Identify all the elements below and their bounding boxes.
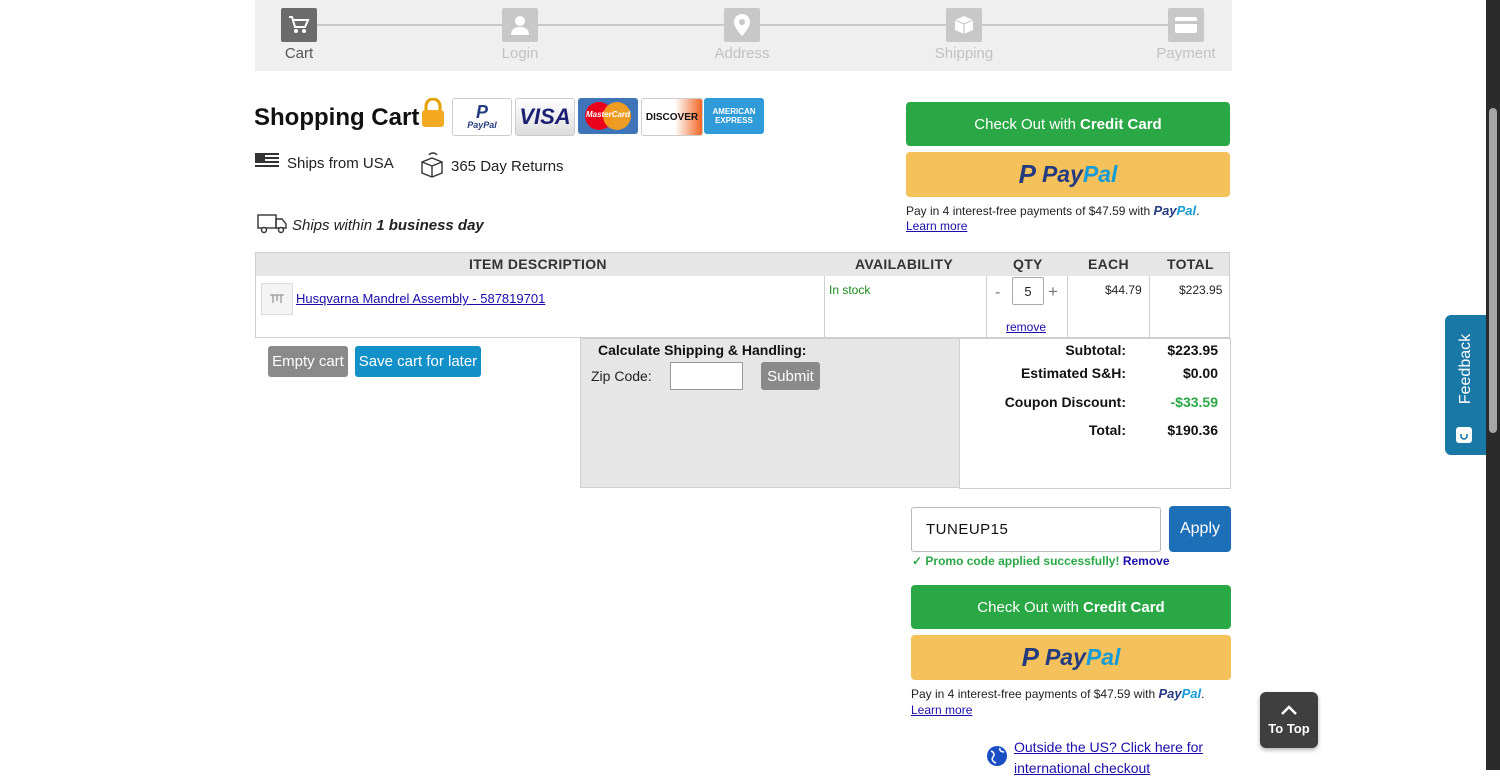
subtotal-label: Subtotal:: [1065, 342, 1126, 358]
coupon-value: -$33.59: [1170, 394, 1218, 410]
total-value: $190.36: [1167, 422, 1218, 438]
chevron-up-icon: [1260, 702, 1318, 720]
paypal-checkout-button-bottom[interactable]: P Pay Pal: [911, 635, 1231, 680]
promo-success-message: ✓ Promo code applied successfully! Remov…: [912, 554, 1170, 568]
box-icon: [946, 8, 982, 42]
checkmark-icon: ✓: [912, 554, 923, 568]
shipping-calculator: Calculate Shipping & Handling: Zip Code:…: [580, 338, 960, 488]
paypal-checkout-button[interactable]: P Pay Pal: [906, 152, 1230, 197]
step-label: Address: [714, 45, 770, 62]
mastercard-logo: MasterCard: [578, 98, 638, 134]
us-flag-icon: [255, 153, 279, 173]
qty-minus-button[interactable]: -: [995, 284, 1000, 302]
coupon-label: Coupon Discount:: [1004, 394, 1126, 410]
product-link[interactable]: Husqvarna Mandrel Assembly - 587819701: [296, 291, 545, 306]
learn-more-link-bottom[interactable]: Learn more: [911, 703, 972, 717]
sh-value: $0.00: [1182, 365, 1218, 381]
item-total-price: $223.95: [1179, 283, 1223, 297]
step-cart[interactable]: Cart: [259, 8, 339, 62]
shipping-calc-title: Calculate Shipping & Handling:: [598, 342, 807, 358]
user-icon: [502, 8, 538, 42]
visa-logo: VISA: [515, 98, 575, 136]
header-total: TOTAL: [1167, 256, 1214, 272]
sh-label: Estimated S&H:: [1020, 365, 1126, 381]
qty-plus-button[interactable]: +: [1048, 282, 1058, 302]
total-label: Total:: [1088, 422, 1126, 438]
paypal-p-icon: P: [1021, 642, 1039, 672]
ships-within: Ships within 1 business day: [256, 212, 484, 238]
cart-icon: [281, 8, 317, 42]
empty-cart-button[interactable]: Empty cart: [268, 346, 348, 377]
subtotal-value: $223.95: [1167, 342, 1218, 358]
product-thumbnail[interactable]: [261, 283, 293, 315]
checkout-steps: Cart Login Address Shipping Payment: [255, 0, 1232, 71]
step-label: Cart: [284, 45, 314, 62]
credit-card-icon: [1168, 8, 1204, 42]
step-login[interactable]: Login: [480, 8, 560, 62]
box-return-icon: [421, 150, 443, 182]
truck-icon: [256, 212, 288, 238]
availability-status: In stock: [829, 283, 871, 297]
header-availability: AVAILABILITY: [855, 256, 953, 272]
checkout-credit-card-button[interactable]: Check Out with Credit Card: [906, 102, 1230, 146]
to-top-button[interactable]: To Top: [1260, 692, 1318, 748]
remove-item-link[interactable]: remove: [1006, 320, 1046, 334]
promo-code-input[interactable]: TUNEUP15: [911, 507, 1161, 552]
order-totals: Subtotal: $223.95 Estimated S&H: $0.00 C…: [959, 338, 1231, 489]
pay-in-4-text-bottom: Pay in 4 interest-free payments of $47.5…: [911, 686, 1205, 701]
page-title: Shopping Cart: [254, 104, 420, 131]
remove-promo-link[interactable]: Remove: [1123, 554, 1170, 568]
discover-logo: DISCOVER: [641, 98, 703, 136]
table-header: ITEM DESCRIPTION AVAILABILITY QTY EACH T…: [256, 253, 1229, 276]
step-payment[interactable]: Payment: [1146, 8, 1226, 62]
feedback-icon: [1456, 427, 1472, 443]
zip-code-label: Zip Code:: [591, 368, 652, 384]
paypal-logo: P PayPal: [452, 98, 512, 136]
map-pin-icon: [724, 8, 760, 42]
item-each-price: $44.79: [1105, 283, 1142, 297]
step-shipping[interactable]: Shipping: [924, 8, 1004, 62]
globe-icon: [986, 745, 1008, 772]
save-cart-button[interactable]: Save cart for later: [355, 346, 481, 377]
zip-submit-button[interactable]: Submit: [761, 362, 820, 390]
qty-input[interactable]: 5: [1012, 277, 1044, 305]
checkout-credit-card-button-bottom[interactable]: Check Out with Credit Card: [911, 585, 1231, 629]
scrollbar-thumb[interactable]: [1489, 108, 1497, 433]
amex-logo: AMERICAN EXPRESS: [704, 98, 764, 134]
paypal-p-icon: P: [1018, 159, 1036, 189]
header-qty: QTY: [1013, 256, 1043, 272]
header-item: ITEM DESCRIPTION: [469, 256, 607, 272]
step-label: Login: [501, 45, 539, 62]
lock-icon: [421, 97, 445, 133]
zip-code-input[interactable]: [670, 362, 743, 390]
ships-from-usa: Ships from USA: [255, 153, 394, 173]
international-checkout-link[interactable]: Outside the US? Click here for internatio…: [1014, 737, 1203, 779]
step-label: Payment: [1156, 45, 1216, 62]
returns-info: 365 Day Returns: [421, 150, 564, 182]
cart-table: ITEM DESCRIPTION AVAILABILITY QTY EACH T…: [255, 252, 1230, 338]
header-each: EACH: [1088, 256, 1129, 272]
feedback-tab[interactable]: Feedback: [1445, 315, 1486, 455]
step-address[interactable]: Address: [702, 8, 782, 62]
learn-more-link[interactable]: Learn more: [906, 219, 967, 233]
apply-promo-button[interactable]: Apply: [1169, 506, 1231, 552]
pay-in-4-text: Pay in 4 interest-free payments of $47.5…: [906, 203, 1200, 218]
step-label: Shipping: [934, 45, 994, 62]
